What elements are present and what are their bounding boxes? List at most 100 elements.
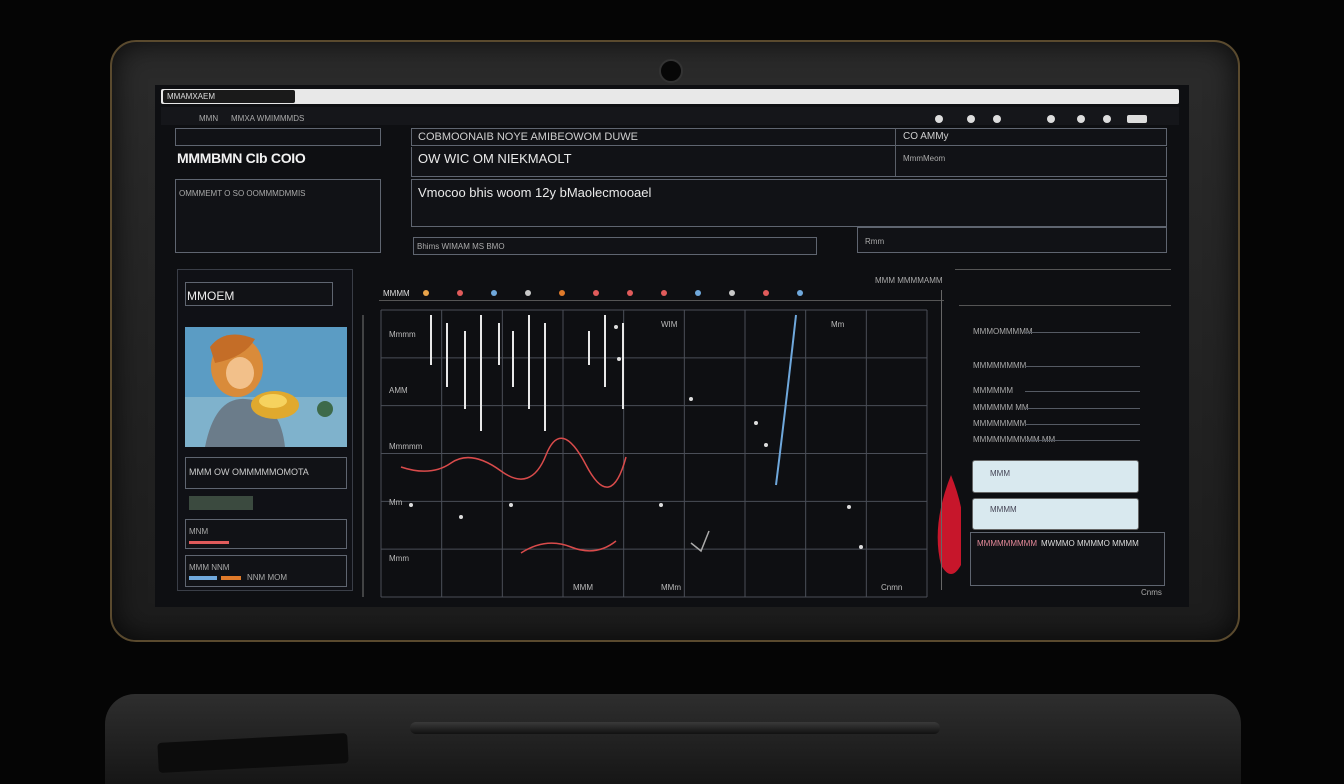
- right-panel-item[interactable]: MMMMMM MM: [973, 403, 1029, 412]
- signal-dot: [754, 421, 758, 425]
- signal-wave-2: [520, 540, 617, 554]
- toolbar-icon-3[interactable]: [993, 115, 1001, 123]
- legend-dot[interactable]: [559, 290, 565, 296]
- row-accent-3: [221, 576, 241, 580]
- signal-wave-1: [400, 437, 627, 488]
- toolbar-icon-4[interactable]: [1047, 115, 1055, 123]
- right-panel-item[interactable]: MMMMMM: [973, 386, 1013, 395]
- status-text: Cnms: [1141, 588, 1162, 597]
- signal-dot: [659, 503, 663, 507]
- signal-tick: [690, 530, 710, 553]
- toolbar-icon-5[interactable]: [1077, 115, 1085, 123]
- legend-dot[interactable]: [729, 290, 735, 296]
- chart-row-label: Mmmmm: [389, 442, 423, 451]
- chart-right-axis: [941, 290, 942, 590]
- chart-toolbar-right-label: MMM MMMMAMM: [875, 276, 943, 285]
- header-subtitle-1: COBMOONAIB NOYE AMIBEOWOM DUWE: [418, 131, 639, 143]
- legend-dot[interactable]: [695, 290, 701, 296]
- legend-dot[interactable]: [627, 290, 633, 296]
- header-right-label-2: MmmMeom: [903, 154, 946, 163]
- webcam: [659, 59, 683, 83]
- chart-col-label: WIM: [661, 320, 678, 329]
- row-label-1[interactable]: MNM: [189, 527, 208, 536]
- signal-dot: [614, 325, 618, 329]
- legend-dot[interactable]: [763, 290, 769, 296]
- right-link-left[interactable]: MMMMMMMMM: [977, 539, 1037, 548]
- chart-row-label: Mm: [389, 498, 403, 507]
- right-panel-item[interactable]: MMMMMMMM: [973, 361, 1026, 370]
- chart-bottom-label: MMm: [661, 583, 681, 592]
- legend-dot[interactable]: [661, 290, 667, 296]
- chart-bottom-label: Cnmn: [881, 583, 902, 592]
- chart-col-labels: WIMMmMMm: [661, 320, 845, 329]
- chart-grid: [380, 309, 928, 598]
- row-accent-2: [189, 576, 217, 580]
- legend-dot[interactable]: [457, 290, 463, 296]
- caption: MMM OW OMMMMMOMOTA: [189, 467, 309, 477]
- laptop-hinge: [410, 722, 940, 734]
- page-title: MMMBMN CIb COIO: [177, 150, 306, 166]
- thumbnail-strip[interactable]: [189, 496, 253, 510]
- chart-bottom-labels: MMM MMm Cnmn: [573, 583, 902, 592]
- chart-col-label: Mm: [831, 320, 845, 329]
- toolbar-icon-2[interactable]: [967, 115, 975, 123]
- right-panel-item[interactable]: MMMOMMMMM: [973, 327, 1033, 336]
- header-left-top: [175, 128, 381, 146]
- signal-dot: [764, 443, 768, 447]
- signal-dot: [409, 503, 413, 507]
- right-field-2-label: MMMM: [990, 505, 1017, 514]
- row-accent-1: [189, 541, 229, 544]
- right-link-right[interactable]: MWMMO MMMMO MMMM: [1041, 539, 1139, 548]
- info-box-label: OMMMEMT O SO OOMMMDMMIS: [179, 189, 306, 198]
- row-box-1: [185, 519, 347, 549]
- right-panel-item-line: [1025, 391, 1140, 392]
- nav-item-2[interactable]: MMXA WMIMMMDS: [231, 114, 304, 123]
- right-panel-item-line: [1025, 424, 1140, 425]
- chart-traces: [400, 314, 863, 554]
- row-label-3[interactable]: NNM MOM: [247, 573, 287, 582]
- right-panel-item[interactable]: MMMMMMMM: [973, 419, 1026, 428]
- chart-row-label: Mmm: [389, 554, 409, 563]
- main-chart: Mmmm AMM Mmmmm Mm Mmm WIM Mm MMm MMM MMm Cnmn: [362, 309, 961, 598]
- signal-dot: [859, 545, 863, 549]
- title-bar: [161, 89, 1179, 104]
- screen: MMAMXAEM MMN MMXA WMIMMMDS MMMBMN CIb CO…: [155, 85, 1189, 607]
- chart-row-label: Mmmm: [389, 330, 416, 339]
- message-link[interactable]: Bhims WIMAM MS BMO: [417, 242, 505, 251]
- legend-dot[interactable]: [525, 290, 531, 296]
- right-field-2[interactable]: [972, 498, 1139, 530]
- chart-row-label: AMM: [389, 386, 408, 395]
- header-right-label-1: CO AMMy: [903, 131, 949, 142]
- right-panel-item-line: [1025, 332, 1140, 333]
- message-text: Vmocoo bhis woom 12y bMaolecmooael: [418, 185, 652, 200]
- signal-dot: [617, 357, 621, 361]
- left-panel-title: MMOEM: [187, 289, 235, 303]
- legend-dot[interactable]: [593, 290, 599, 296]
- legend-dot[interactable]: [491, 290, 497, 296]
- chart-bottom-label: MMM: [573, 583, 593, 592]
- signal-line-blue: [775, 314, 797, 486]
- row-label-2[interactable]: MMM NNM: [189, 563, 229, 572]
- signal-dot: [459, 515, 463, 519]
- toolbar: [161, 107, 1179, 125]
- right-panel-sep: [959, 305, 1171, 306]
- nav-item-1[interactable]: MMN: [199, 114, 218, 123]
- right-panel-item-line: [1025, 408, 1140, 409]
- signal-dot: [689, 397, 693, 401]
- window-tab[interactable]: MMAMXAEM: [163, 90, 295, 103]
- legend-dot[interactable]: [423, 290, 429, 296]
- right-panel-top-line: [955, 269, 1171, 270]
- action-button[interactable]: [857, 227, 1167, 253]
- signal-dot: [847, 505, 851, 509]
- action-button-label: Rmm: [865, 237, 885, 246]
- toolbar-icon-1[interactable]: [935, 115, 943, 123]
- header-divider: [895, 128, 896, 176]
- legend-dot[interactable]: [797, 290, 803, 296]
- toolbar-icon-7[interactable]: [1127, 115, 1147, 123]
- right-panel-item-line: [1025, 440, 1140, 441]
- right-panel-item-line: [1025, 366, 1140, 367]
- chart-row-labels: Mmmm AMM Mmmmm Mm Mmm: [389, 330, 423, 563]
- header-subtitle-2: OW WIC OM NIEKMAOLT: [418, 151, 572, 166]
- signal-dot: [509, 503, 513, 507]
- toolbar-icon-6[interactable]: [1103, 115, 1111, 123]
